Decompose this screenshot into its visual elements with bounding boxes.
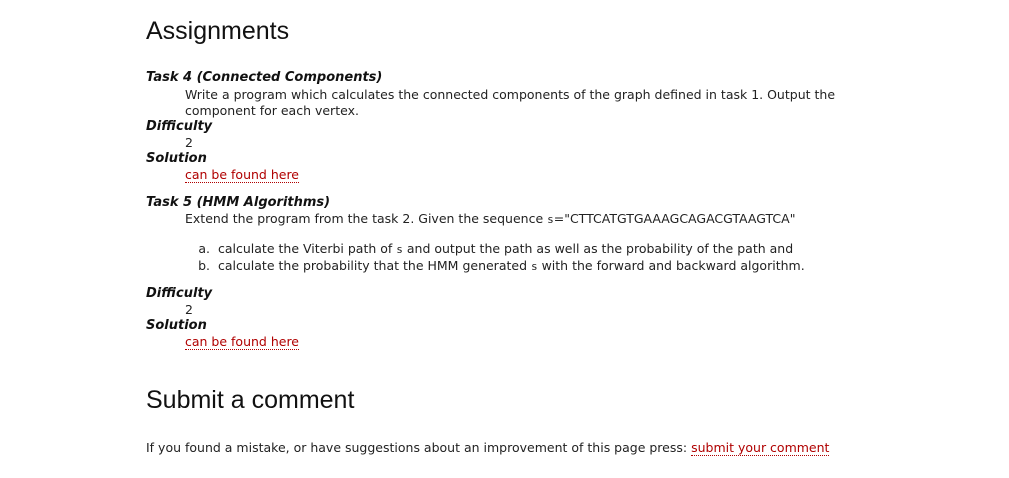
list-item: a. calculate the Viterbi path of s and o… [198,241,794,256]
task5-difficulty-value: 2 [185,302,193,317]
task5-difficulty-label: Difficulty [146,286,213,301]
task5-solution-label: Solution [146,318,207,333]
comment-text: If you found a mistake, or have suggesti… [146,440,830,456]
task4-description: Write a program which calculates the con… [185,87,836,118]
comment-title: Submit a comment [146,386,355,414]
task5-title: Task 5 (HMM Algorithms) [146,195,331,210]
task4-title: Task 4 (Connected Components) [146,70,383,85]
list-item: b. calculate the probability that the HM… [198,258,805,273]
task4-difficulty-label: Difficulty [146,119,213,134]
task4-solution-label: Solution [146,151,207,166]
task5-description: Extend the program from the task 2. Give… [185,211,796,226]
page-title: Assignments [146,17,290,45]
sequence-variable: s [547,213,554,226]
task4-solution-link[interactable]: can be found here [185,167,299,183]
task5-list: a. calculate the Viterbi path of s and o… [188,241,805,275]
task4-difficulty-value: 2 [185,135,193,150]
submit-comment-link[interactable]: submit your comment [691,440,830,456]
task5-solution-link[interactable]: can be found here [185,334,299,350]
